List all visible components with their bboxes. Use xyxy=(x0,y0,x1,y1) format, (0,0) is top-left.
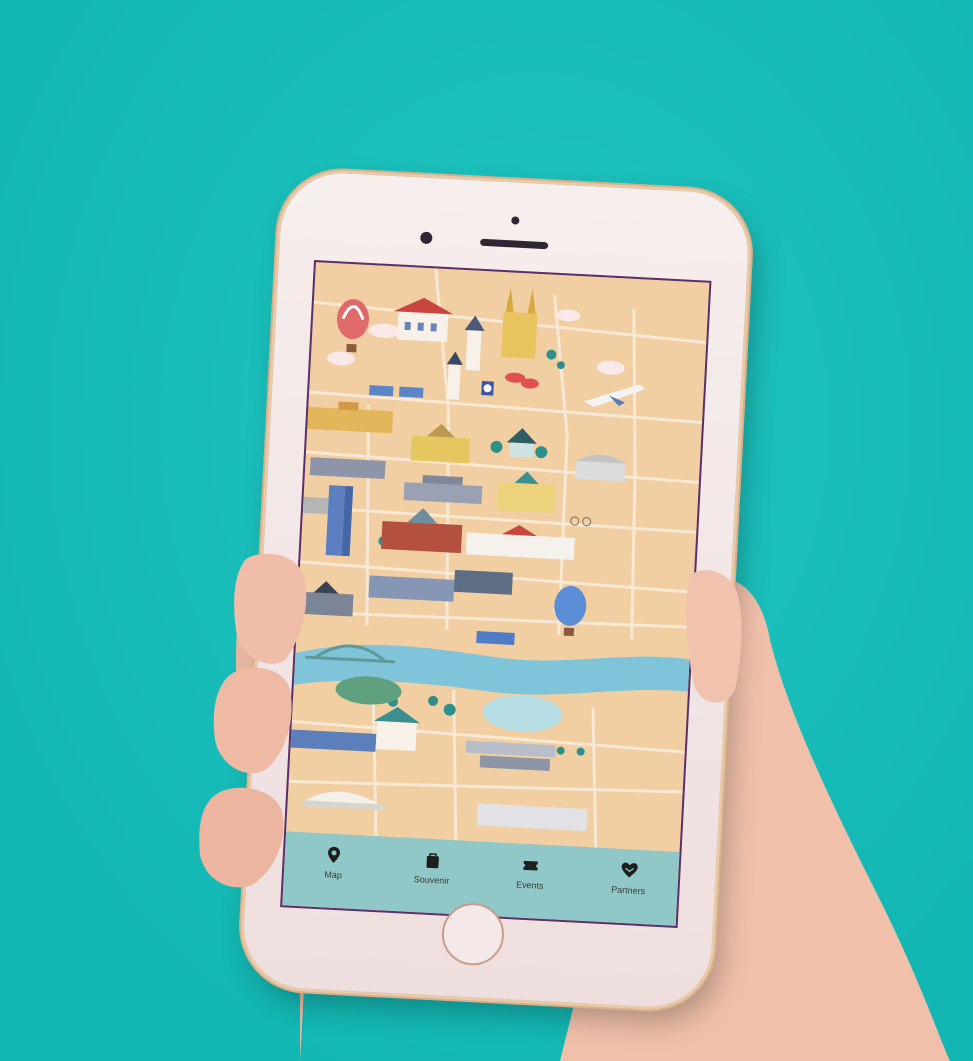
gallery-building xyxy=(403,475,483,505)
skyscraper-building xyxy=(325,485,354,557)
theatre-building xyxy=(410,423,470,464)
handshake-heart-icon xyxy=(621,862,638,878)
ticket-icon xyxy=(523,860,539,871)
tower-building xyxy=(446,315,485,400)
tab-souvenir[interactable]: Souvenir xyxy=(386,849,478,888)
palace-building xyxy=(496,471,556,513)
shopping-bag-icon xyxy=(426,853,439,869)
station-building xyxy=(302,496,329,515)
cathedral-building xyxy=(501,287,538,359)
villa-building xyxy=(373,707,420,752)
bus-icon xyxy=(476,631,515,646)
terrace-building xyxy=(465,740,556,772)
tab-label-souvenir: Souvenir xyxy=(413,874,450,886)
hot-air-balloon-icon xyxy=(336,299,369,353)
town-hall-building xyxy=(393,297,454,343)
tab-label-partners: Partners xyxy=(610,884,646,897)
tab-label-map: Map xyxy=(324,869,343,881)
city-map[interactable] xyxy=(286,262,709,852)
stadium-building xyxy=(302,791,385,811)
map-pin-icon xyxy=(328,846,341,863)
courthouse-building xyxy=(465,525,575,561)
pavilion-building xyxy=(506,428,537,458)
tab-map[interactable]: Map xyxy=(288,844,380,883)
clock-icon xyxy=(481,380,494,396)
hall-building xyxy=(476,803,588,832)
pagoda-building xyxy=(297,581,354,617)
tab-label-events: Events xyxy=(515,879,544,891)
market-umbrellas xyxy=(505,372,539,389)
app-screen: Map Souvenir Events Partners xyxy=(280,260,712,928)
museum-building xyxy=(309,457,386,480)
phone: Map Souvenir Events Partners xyxy=(240,170,752,1010)
arena-building xyxy=(574,454,626,482)
tab-events[interactable]: Events xyxy=(485,854,577,893)
hotel-building xyxy=(307,401,394,434)
tab-partners[interactable]: Partners xyxy=(583,859,675,898)
expo-building xyxy=(290,729,377,752)
